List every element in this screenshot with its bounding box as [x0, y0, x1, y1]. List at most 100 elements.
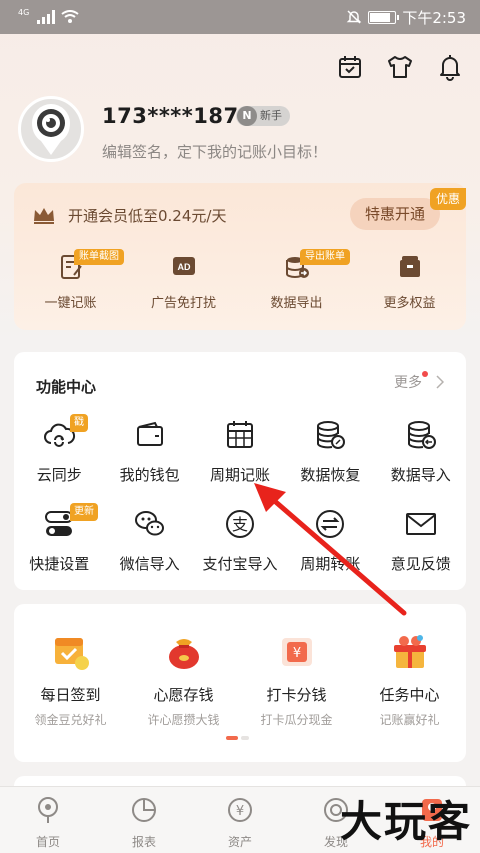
perk-badge: 导出账单: [300, 249, 350, 265]
function-periodic-record[interactable]: 周期记账: [195, 418, 285, 485]
red-envelope-icon-text: ¥: [292, 646, 300, 661]
function-wallet[interactable]: 我的钱包: [104, 418, 194, 485]
tshirt-icon[interactable]: [386, 52, 414, 82]
level-badge-label: 新手: [260, 109, 282, 122]
calendar-grid-icon: [226, 421, 253, 448]
status-bar: 4G 下午2:53: [0, 0, 480, 34]
wifi-icon: [61, 10, 79, 23]
task-label: 心愿存钱: [153, 686, 214, 704]
money-bag-icon: [168, 639, 199, 669]
function-label: 周期记账: [209, 466, 270, 484]
nav-reports[interactable]: 报表: [96, 787, 192, 853]
data-import-icon: [407, 421, 436, 449]
task-wish-saving[interactable]: 心愿存钱 许心愿攒大钱: [127, 632, 240, 728]
vip-promo-text: 开通会员低至0.24元/天: [68, 207, 227, 225]
header-actions: [336, 52, 464, 82]
function-alipay-import[interactable]: 支 支付宝导入: [195, 507, 285, 574]
function-grid: 戳 云同步 我的钱包 周期记账 数据恢复 数据导入 更新 快捷设置 微信导入 支…: [14, 414, 466, 574]
function-label: 微信导入: [119, 555, 180, 573]
vip-open-button[interactable]: 特惠开通: [350, 198, 440, 230]
perk-label: 广告免打扰: [150, 296, 216, 311]
tasks-row: 每日签到 领金豆兑好礼 心愿存钱 许心愿攒大钱 ¥ 打卡分钱 打卡瓜分现金 任务…: [14, 632, 466, 728]
data-restore-icon: [317, 421, 346, 449]
watermark-text: 大玩客: [339, 797, 472, 846]
function-center-card: 功能中心 更多 戳 云同步 我的钱包 周期记账 数据恢复 数据导入 更新 快捷设…: [14, 352, 466, 590]
signal-icon: [37, 10, 56, 24]
function-more-link[interactable]: 更多: [394, 371, 444, 392]
username[interactable]: 173****1871: [102, 104, 254, 128]
task-subtitle: 领金豆兑好礼: [34, 713, 107, 727]
nav-home[interactable]: 首页: [0, 787, 96, 853]
function-label: 我的钱包: [119, 466, 180, 484]
function-label: 支付宝导入: [202, 555, 278, 573]
function-label: 快捷设置: [29, 555, 90, 573]
task-subtitle: 打卡瓜分现金: [260, 713, 333, 727]
function-label: 意见反馈: [390, 555, 451, 573]
task-daily-checkin[interactable]: 每日签到 领金豆兑好礼: [14, 632, 127, 728]
red-envelope-icon: ¥: [281, 638, 312, 666]
pager-dot: [241, 736, 249, 740]
crown-icon: [34, 208, 54, 224]
more-benefits-icon: [399, 256, 420, 277]
function-label: 云同步: [36, 466, 82, 484]
perk-data-export[interactable]: 导出账单 数据导出: [240, 249, 353, 311]
yen-coin-icon: ¥: [228, 798, 252, 822]
function-data-import[interactable]: 数据导入: [376, 418, 466, 485]
wechat-icon: [134, 511, 164, 536]
ad-free-icon-text: AD: [177, 262, 190, 272]
perk-quick-note[interactable]: 账单截图 一键记账: [14, 249, 127, 311]
transfer-icon: [316, 510, 345, 538]
perk-badge: 账单截图: [74, 249, 124, 265]
checkin-calendar-icon: [54, 638, 89, 670]
alipay-icon-text: 支: [232, 515, 248, 534]
function-badge: 更新: [70, 503, 98, 521]
function-label: 数据恢复: [300, 466, 361, 484]
nav-assets[interactable]: ¥ 资产: [192, 787, 288, 853]
function-more-label: 更多: [394, 375, 422, 391]
calendar-icon[interactable]: [336, 52, 364, 82]
mail-icon: [405, 513, 436, 535]
task-label: 每日签到: [40, 686, 101, 704]
task-center[interactable]: 任务中心 记账赢好礼: [353, 632, 466, 728]
chevron-right-icon: [436, 375, 444, 389]
level-badge[interactable]: N 新手: [236, 106, 290, 126]
function-cloud-sync[interactable]: 戳 云同步: [14, 414, 104, 485]
function-badge: 戳: [70, 414, 88, 432]
function-quick-settings[interactable]: 更新 快捷设置: [14, 503, 104, 574]
carousel-pager: [226, 736, 249, 740]
signature-text[interactable]: 编辑签名，定下我的记账小目标！: [102, 141, 327, 162]
task-subtitle: 记账赢好礼: [379, 713, 440, 727]
pie-chart-icon: [132, 798, 156, 822]
function-feedback[interactable]: 意见反馈: [376, 507, 466, 574]
discount-tag: 优惠: [429, 188, 466, 210]
vip-card[interactable]: 开通会员低至0.24元/天 特惠开通 优惠 账单截图 一键记账 AD 广告免打扰…: [14, 183, 466, 330]
wallet-icon: [136, 421, 163, 446]
ad-free-icon: AD: [172, 257, 195, 275]
perk-label: 一键记账: [44, 296, 97, 311]
nav-label: 报表: [131, 835, 156, 849]
tasks-card: 每日签到 领金豆兑好礼 心愿存钱 许心愿攒大钱 ¥ 打卡分钱 打卡瓜分现金 任务…: [14, 604, 466, 762]
nav-label: 首页: [35, 835, 60, 849]
function-wechat-import[interactable]: 微信导入: [104, 507, 194, 574]
nav-label: 资产: [227, 835, 252, 849]
task-label: 任务中心: [379, 686, 440, 704]
pager-dot-active: [226, 736, 238, 740]
avatar[interactable]: [18, 96, 84, 162]
mute-bell-icon: [347, 10, 362, 24]
task-label: 打卡分钱: [266, 686, 327, 704]
yen-coin-icon-text: ¥: [236, 804, 244, 819]
level-letter: N: [237, 106, 257, 126]
function-label: 数据导入: [390, 466, 451, 484]
function-data-restore[interactable]: 数据恢复: [285, 418, 375, 485]
perk-label: 数据导出: [270, 296, 323, 311]
status-time: 下午2:53: [402, 8, 466, 27]
bell-icon[interactable]: [436, 52, 464, 82]
task-subtitle: 许心愿攒大钱: [147, 713, 220, 727]
function-periodic-transfer[interactable]: 周期转账: [285, 507, 375, 574]
perk-ad-free[interactable]: AD 广告免打扰: [127, 253, 240, 311]
home-pin-icon: [38, 797, 58, 823]
function-center-title: 功能中心: [36, 378, 97, 396]
perk-more[interactable]: 更多权益: [353, 253, 466, 311]
task-punch-share[interactable]: ¥ 打卡分钱 打卡瓜分现金: [240, 632, 353, 728]
function-label: 周期转账: [300, 555, 361, 573]
